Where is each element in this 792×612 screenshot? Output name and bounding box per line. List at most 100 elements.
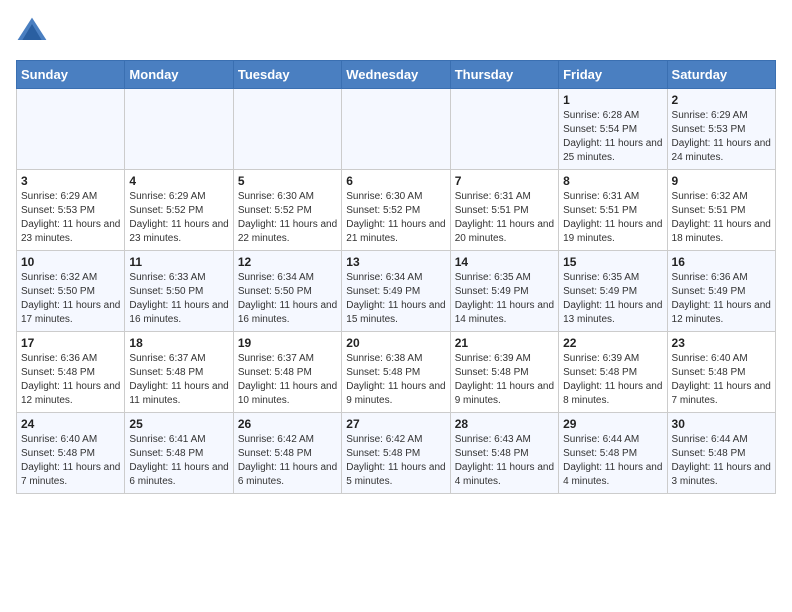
calendar-cell: 26 Sunrise: 6:42 AMSunset: 5:48 PMDayligh… xyxy=(233,413,341,494)
calendar-cell xyxy=(342,89,450,170)
day-info: Sunrise: 6:31 AMSunset: 5:51 PMDaylight:… xyxy=(563,190,662,246)
day-number: 13 xyxy=(346,255,445,269)
day-number: 10 xyxy=(21,255,120,269)
calendar-cell: 11 Sunrise: 6:33 AMSunset: 5:50 PMDayligh… xyxy=(125,251,233,332)
page-header xyxy=(16,16,776,48)
calendar-cell: 13 Sunrise: 6:34 AMSunset: 5:49 PMDayligh… xyxy=(342,251,450,332)
day-number: 18 xyxy=(129,336,228,350)
calendar-cell: 2 Sunrise: 6:29 AMSunset: 5:53 PMDaylight… xyxy=(667,89,775,170)
calendar-body: 1 Sunrise: 6:28 AMSunset: 5:54 PMDaylight… xyxy=(17,89,776,494)
calendar-cell: 8Sunrise: 6:31 AMSunset: 5:51 PMDaylight… xyxy=(559,170,667,251)
day-number: 14 xyxy=(455,255,554,269)
day-info: Sunrise: 6:34 AMSunset: 5:49 PMDaylight:… xyxy=(346,271,445,327)
day-info: Sunrise: 6:31 AMSunset: 5:51 PMDaylight:… xyxy=(455,190,554,246)
calendar-week-row: 3 Sunrise: 6:29 AMSunset: 5:53 PMDaylight… xyxy=(17,170,776,251)
day-info: Sunrise: 6:29 AMSunset: 5:53 PMDaylight:… xyxy=(672,109,771,165)
logo-icon xyxy=(16,16,48,48)
day-info: Sunrise: 6:42 AMSunset: 5:48 PMDaylight:… xyxy=(238,433,337,489)
day-info: Sunrise: 6:36 AMSunset: 5:48 PMDaylight:… xyxy=(21,352,120,408)
logo xyxy=(16,16,52,48)
day-number: 12 xyxy=(238,255,337,269)
day-number: 4 xyxy=(129,174,228,188)
calendar-cell: 1 Sunrise: 6:28 AMSunset: 5:54 PMDaylight… xyxy=(559,89,667,170)
day-number: 11 xyxy=(129,255,228,269)
day-number: 2 xyxy=(672,93,771,107)
day-number: 3 xyxy=(21,174,120,188)
day-info: Sunrise: 6:37 AMSunset: 5:48 PMDaylight:… xyxy=(238,352,337,408)
calendar-cell: 5 Sunrise: 6:30 AMSunset: 5:52 PMDaylight… xyxy=(233,170,341,251)
day-info: Sunrise: 6:39 AMSunset: 5:48 PMDaylight:… xyxy=(563,352,662,408)
day-number: 28 xyxy=(455,417,554,431)
weekday-header: Saturday xyxy=(667,61,775,89)
day-info: Sunrise: 6:29 AMSunset: 5:53 PMDaylight:… xyxy=(21,190,120,246)
day-info: Sunrise: 6:38 AMSunset: 5:48 PMDaylight:… xyxy=(346,352,445,408)
day-info: Sunrise: 6:41 AMSunset: 5:48 PMDaylight:… xyxy=(129,433,228,489)
day-number: 24 xyxy=(21,417,120,431)
calendar-week-row: 17 Sunrise: 6:36 AMSunset: 5:48 PMDayligh… xyxy=(17,332,776,413)
day-info: Sunrise: 6:32 AMSunset: 5:50 PMDaylight:… xyxy=(21,271,120,327)
day-info: Sunrise: 6:36 AMSunset: 5:49 PMDaylight:… xyxy=(672,271,771,327)
day-info: Sunrise: 6:32 AMSunset: 5:51 PMDaylight:… xyxy=(672,190,771,246)
weekday-header: Monday xyxy=(125,61,233,89)
calendar-cell: 25 Sunrise: 6:41 AMSunset: 5:48 PMDayligh… xyxy=(125,413,233,494)
calendar-week-row: 24 Sunrise: 6:40 AMSunset: 5:48 PMDayligh… xyxy=(17,413,776,494)
day-number: 16 xyxy=(672,255,771,269)
weekday-header: Friday xyxy=(559,61,667,89)
calendar-cell: 17 Sunrise: 6:36 AMSunset: 5:48 PMDayligh… xyxy=(17,332,125,413)
day-info: Sunrise: 6:30 AMSunset: 5:52 PMDaylight:… xyxy=(238,190,337,246)
day-number: 21 xyxy=(455,336,554,350)
day-number: 9 xyxy=(672,174,771,188)
calendar-cell: 4Sunrise: 6:29 AMSunset: 5:52 PMDaylight… xyxy=(125,170,233,251)
calendar-cell: 14 Sunrise: 6:35 AMSunset: 5:49 PMDayligh… xyxy=(450,251,558,332)
calendar-cell: 7Sunrise: 6:31 AMSunset: 5:51 PMDaylight… xyxy=(450,170,558,251)
weekday-header: Tuesday xyxy=(233,61,341,89)
day-info: Sunrise: 6:34 AMSunset: 5:50 PMDaylight:… xyxy=(238,271,337,327)
weekday-header: Sunday xyxy=(17,61,125,89)
day-info: Sunrise: 6:37 AMSunset: 5:48 PMDaylight:… xyxy=(129,352,228,408)
day-number: 19 xyxy=(238,336,337,350)
day-number: 25 xyxy=(129,417,228,431)
day-number: 26 xyxy=(238,417,337,431)
day-number: 5 xyxy=(238,174,337,188)
day-number: 15 xyxy=(563,255,662,269)
day-info: Sunrise: 6:40 AMSunset: 5:48 PMDaylight:… xyxy=(672,352,771,408)
calendar-cell: 6 Sunrise: 6:30 AMSunset: 5:52 PMDaylight… xyxy=(342,170,450,251)
calendar-cell: 27 Sunrise: 6:42 AMSunset: 5:48 PMDayligh… xyxy=(342,413,450,494)
calendar-week-row: 1 Sunrise: 6:28 AMSunset: 5:54 PMDaylight… xyxy=(17,89,776,170)
day-info: Sunrise: 6:44 AMSunset: 5:48 PMDaylight:… xyxy=(672,433,771,489)
day-info: Sunrise: 6:40 AMSunset: 5:48 PMDaylight:… xyxy=(21,433,120,489)
day-number: 20 xyxy=(346,336,445,350)
day-number: 27 xyxy=(346,417,445,431)
day-info: Sunrise: 6:35 AMSunset: 5:49 PMDaylight:… xyxy=(455,271,554,327)
calendar-cell xyxy=(125,89,233,170)
day-number: 23 xyxy=(672,336,771,350)
calendar-cell: 23 Sunrise: 6:40 AMSunset: 5:48 PMDayligh… xyxy=(667,332,775,413)
day-info: Sunrise: 6:33 AMSunset: 5:50 PMDaylight:… xyxy=(129,271,228,327)
day-info: Sunrise: 6:42 AMSunset: 5:48 PMDaylight:… xyxy=(346,433,445,489)
day-number: 6 xyxy=(346,174,445,188)
calendar-cell: 21Sunrise: 6:39 AMSunset: 5:48 PMDayligh… xyxy=(450,332,558,413)
calendar-cell: 15 Sunrise: 6:35 AMSunset: 5:49 PMDayligh… xyxy=(559,251,667,332)
calendar-cell xyxy=(233,89,341,170)
calendar-cell xyxy=(17,89,125,170)
calendar-cell: 22 Sunrise: 6:39 AMSunset: 5:48 PMDayligh… xyxy=(559,332,667,413)
day-info: Sunrise: 6:28 AMSunset: 5:54 PMDaylight:… xyxy=(563,109,662,165)
calendar-cell: 10 Sunrise: 6:32 AMSunset: 5:50 PMDayligh… xyxy=(17,251,125,332)
day-info: Sunrise: 6:44 AMSunset: 5:48 PMDaylight:… xyxy=(563,433,662,489)
day-number: 29 xyxy=(563,417,662,431)
day-number: 22 xyxy=(563,336,662,350)
calendar-cell: 30 Sunrise: 6:44 AMSunset: 5:48 PMDayligh… xyxy=(667,413,775,494)
calendar-cell: 9 Sunrise: 6:32 AMSunset: 5:51 PMDaylight… xyxy=(667,170,775,251)
weekday-header: Wednesday xyxy=(342,61,450,89)
day-number: 30 xyxy=(672,417,771,431)
calendar-cell: 18 Sunrise: 6:37 AMSunset: 5:48 PMDayligh… xyxy=(125,332,233,413)
weekday-header-row: SundayMondayTuesdayWednesdayThursdayFrid… xyxy=(17,61,776,89)
day-number: 1 xyxy=(563,93,662,107)
calendar-cell: 24 Sunrise: 6:40 AMSunset: 5:48 PMDayligh… xyxy=(17,413,125,494)
day-info: Sunrise: 6:35 AMSunset: 5:49 PMDaylight:… xyxy=(563,271,662,327)
calendar-header: SundayMondayTuesdayWednesdayThursdayFrid… xyxy=(17,61,776,89)
day-number: 17 xyxy=(21,336,120,350)
calendar-cell: 29 Sunrise: 6:44 AMSunset: 5:48 PMDayligh… xyxy=(559,413,667,494)
day-info: Sunrise: 6:30 AMSunset: 5:52 PMDaylight:… xyxy=(346,190,445,246)
calendar-cell: 3 Sunrise: 6:29 AMSunset: 5:53 PMDaylight… xyxy=(17,170,125,251)
